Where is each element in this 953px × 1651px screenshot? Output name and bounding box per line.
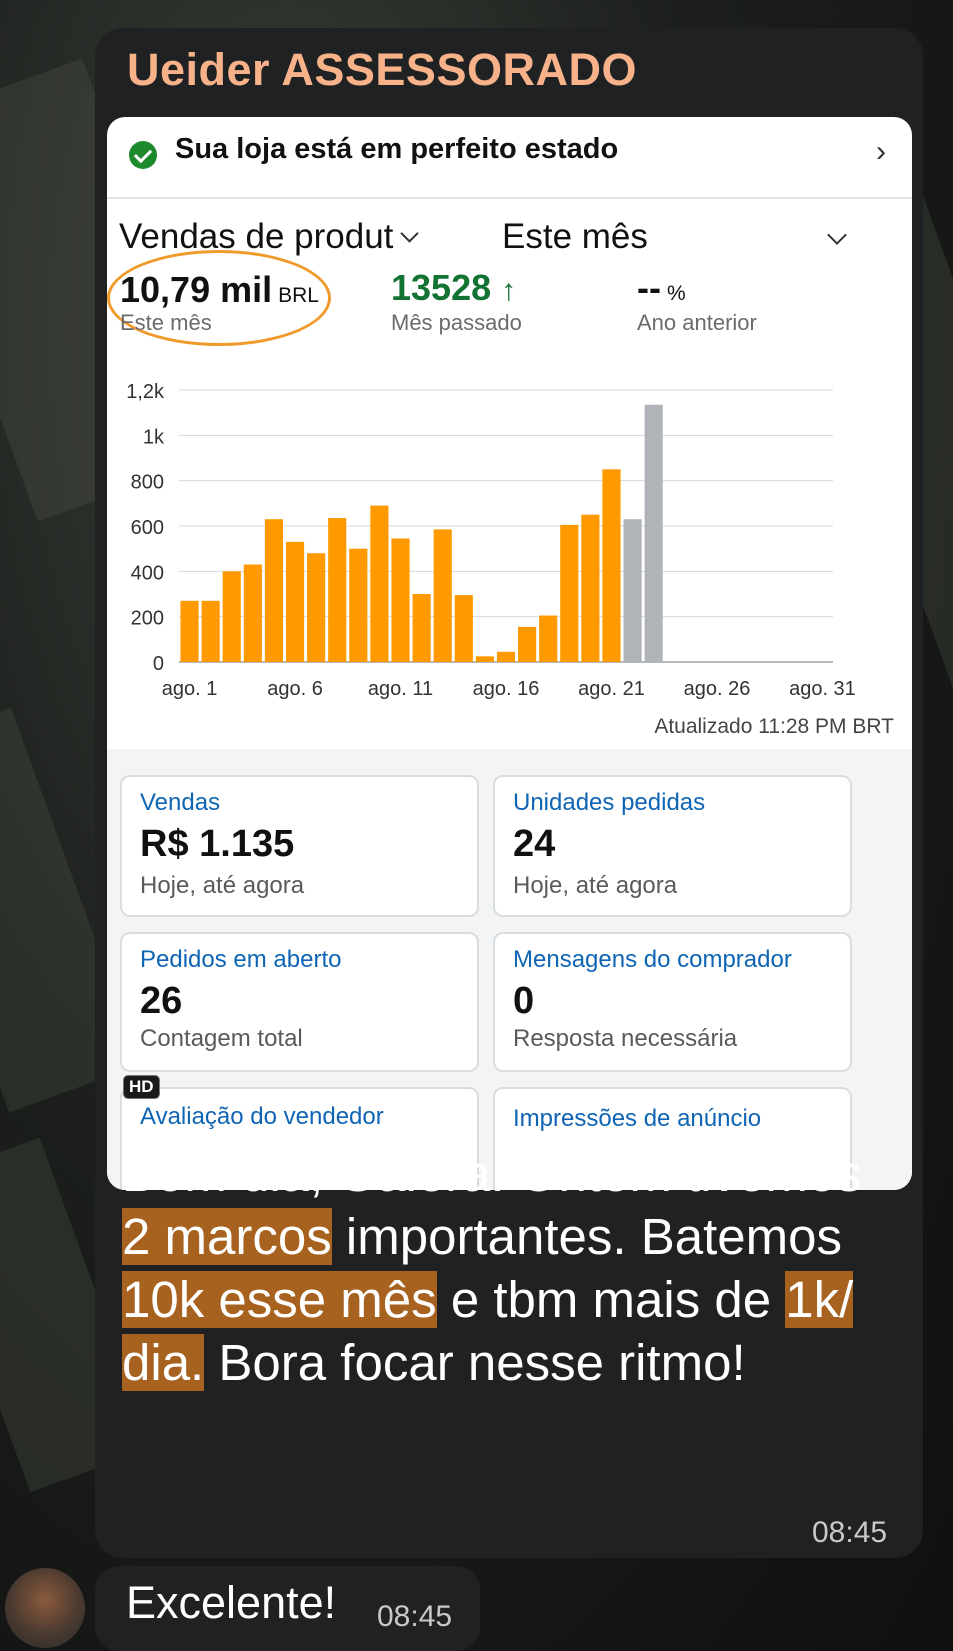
card-title: Pedidos em aberto xyxy=(140,946,342,973)
store-health-text: Sua loja está em perfeito estado xyxy=(175,133,619,165)
bar xyxy=(180,600,199,662)
y-tick-label: 400 xyxy=(131,562,164,584)
card-open-orders[interactable]: Pedidos em aberto 26 Contagem total xyxy=(120,932,479,1072)
x-tick-label: ago. 1 xyxy=(162,678,218,700)
bar xyxy=(560,524,579,662)
last-year-label: Ano anterior xyxy=(637,310,757,335)
message-text-part: e tbm mais de xyxy=(436,1271,786,1328)
bar xyxy=(623,519,642,662)
y-tick-label: 600 xyxy=(131,517,164,539)
bar xyxy=(539,615,558,662)
highlighted-text: 2 marcos xyxy=(122,1208,332,1265)
card-units-ordered[interactable]: Unidades pedidas 24 Hoje, até agora xyxy=(493,775,852,917)
period-selector[interactable]: Este mês xyxy=(502,217,648,257)
chevron-down-icon xyxy=(400,224,420,243)
x-tick-label: ago. 26 xyxy=(684,678,751,700)
updated-timestamp: Atualizado 11:28 PM BRT xyxy=(654,715,894,738)
reply-text: Excelente! xyxy=(126,1577,337,1628)
bar xyxy=(391,538,410,662)
highlighted-text: 10k esse mês xyxy=(122,1271,437,1328)
last-year-value: --% xyxy=(637,267,686,308)
card-value: 24 xyxy=(513,823,556,865)
card-title: Vendas xyxy=(140,789,221,816)
bar xyxy=(243,564,262,662)
hd-badge: HD xyxy=(123,1075,160,1099)
bar xyxy=(328,518,347,662)
last-month-value: 13528 ↑ xyxy=(391,267,517,308)
y-tick-label: 0 xyxy=(153,653,164,675)
store-health-row[interactable]: Sua loja está em perfeito estado › xyxy=(107,117,912,199)
bar xyxy=(307,553,326,662)
x-tick-label: ago. 11 xyxy=(368,678,433,700)
bar xyxy=(264,519,284,662)
bar xyxy=(496,651,516,662)
bar xyxy=(433,529,452,662)
message-text-part: Bora focar nesse ritmo! xyxy=(204,1334,746,1391)
this-month-value: 10,79 mil BRL xyxy=(120,269,319,310)
card-buyer-messages[interactable]: Mensagens do comprador 0 Resposta necess… xyxy=(493,932,852,1072)
bar xyxy=(222,571,241,662)
card-subtitle: Contagem total xyxy=(140,1025,303,1052)
message-time: 08:45 xyxy=(812,1516,888,1549)
y-tick-label: 200 xyxy=(131,608,164,630)
bar xyxy=(285,541,305,662)
y-tick-label: 1k xyxy=(143,426,165,448)
message-text: Bom dia, Galera! Ontem tivemos 2 marcos … xyxy=(122,1142,902,1394)
y-tick-label: 1,2k xyxy=(126,381,165,403)
card-subtitle: Resposta necessária xyxy=(513,1025,738,1052)
message-text-part: Bom dia, Galera! Ontem tivemos xyxy=(122,1145,862,1202)
card-title: Unidades pedidas xyxy=(513,789,706,816)
card-sales[interactable]: Vendas R$ 1.135 Hoje, até agora xyxy=(120,775,479,917)
x-tick-label: ago. 16 xyxy=(473,678,540,700)
card-title: Mensagens do comprador xyxy=(513,946,792,973)
check-circle-icon xyxy=(129,141,157,169)
card-subtitle: Hoje, até agora xyxy=(140,872,305,899)
x-tick-label: ago. 6 xyxy=(267,678,323,700)
bar xyxy=(518,626,537,662)
arrow-up-icon: ↑ xyxy=(501,274,517,307)
y-tick-label: 800 xyxy=(131,472,164,494)
metric-selector[interactable]: Vendas de produt xyxy=(119,217,420,257)
bar xyxy=(349,548,368,662)
reply-time: 08:45 xyxy=(377,1600,453,1633)
bar xyxy=(581,514,600,662)
card-value: 0 xyxy=(513,980,535,1022)
bar xyxy=(370,505,389,662)
bar xyxy=(412,594,431,662)
bar xyxy=(201,600,220,662)
x-tick-label: ago. 31 xyxy=(789,678,856,700)
bar xyxy=(644,404,663,662)
card-title: Impressões de anúncio xyxy=(513,1105,762,1132)
card-title: Avaliação do vendedor xyxy=(140,1103,384,1130)
period-selector-label: Este mês xyxy=(502,217,648,256)
card-value: 26 xyxy=(140,980,183,1022)
message-text-part: importantes. Batemos xyxy=(331,1208,842,1265)
x-tick-label: ago. 21 xyxy=(578,678,645,700)
this-month-label: Este mês xyxy=(120,310,212,335)
card-subtitle: Hoje, até agora xyxy=(513,872,678,899)
attached-screenshot[interactable]: Sua loja está em perfeito estado › Venda… xyxy=(107,117,912,1190)
card-value: R$ 1.135 xyxy=(140,823,295,865)
metric-selector-label: Vendas de produt xyxy=(119,217,394,256)
bar xyxy=(475,656,494,662)
last-month-label: Mês passado xyxy=(391,310,522,335)
avatar[interactable] xyxy=(5,1568,85,1648)
bar xyxy=(602,469,621,662)
sender-name[interactable]: Ueider ASSESSORADO xyxy=(127,44,637,96)
bar xyxy=(454,595,473,662)
chevron-right-icon[interactable]: › xyxy=(876,135,886,169)
chevron-down-icon[interactable] xyxy=(827,225,847,245)
sales-bar-chart: 0 200 400 600 800 1k 1,2k ago. 1 ago. 6 ago. 11 ag… xyxy=(126,381,856,700)
